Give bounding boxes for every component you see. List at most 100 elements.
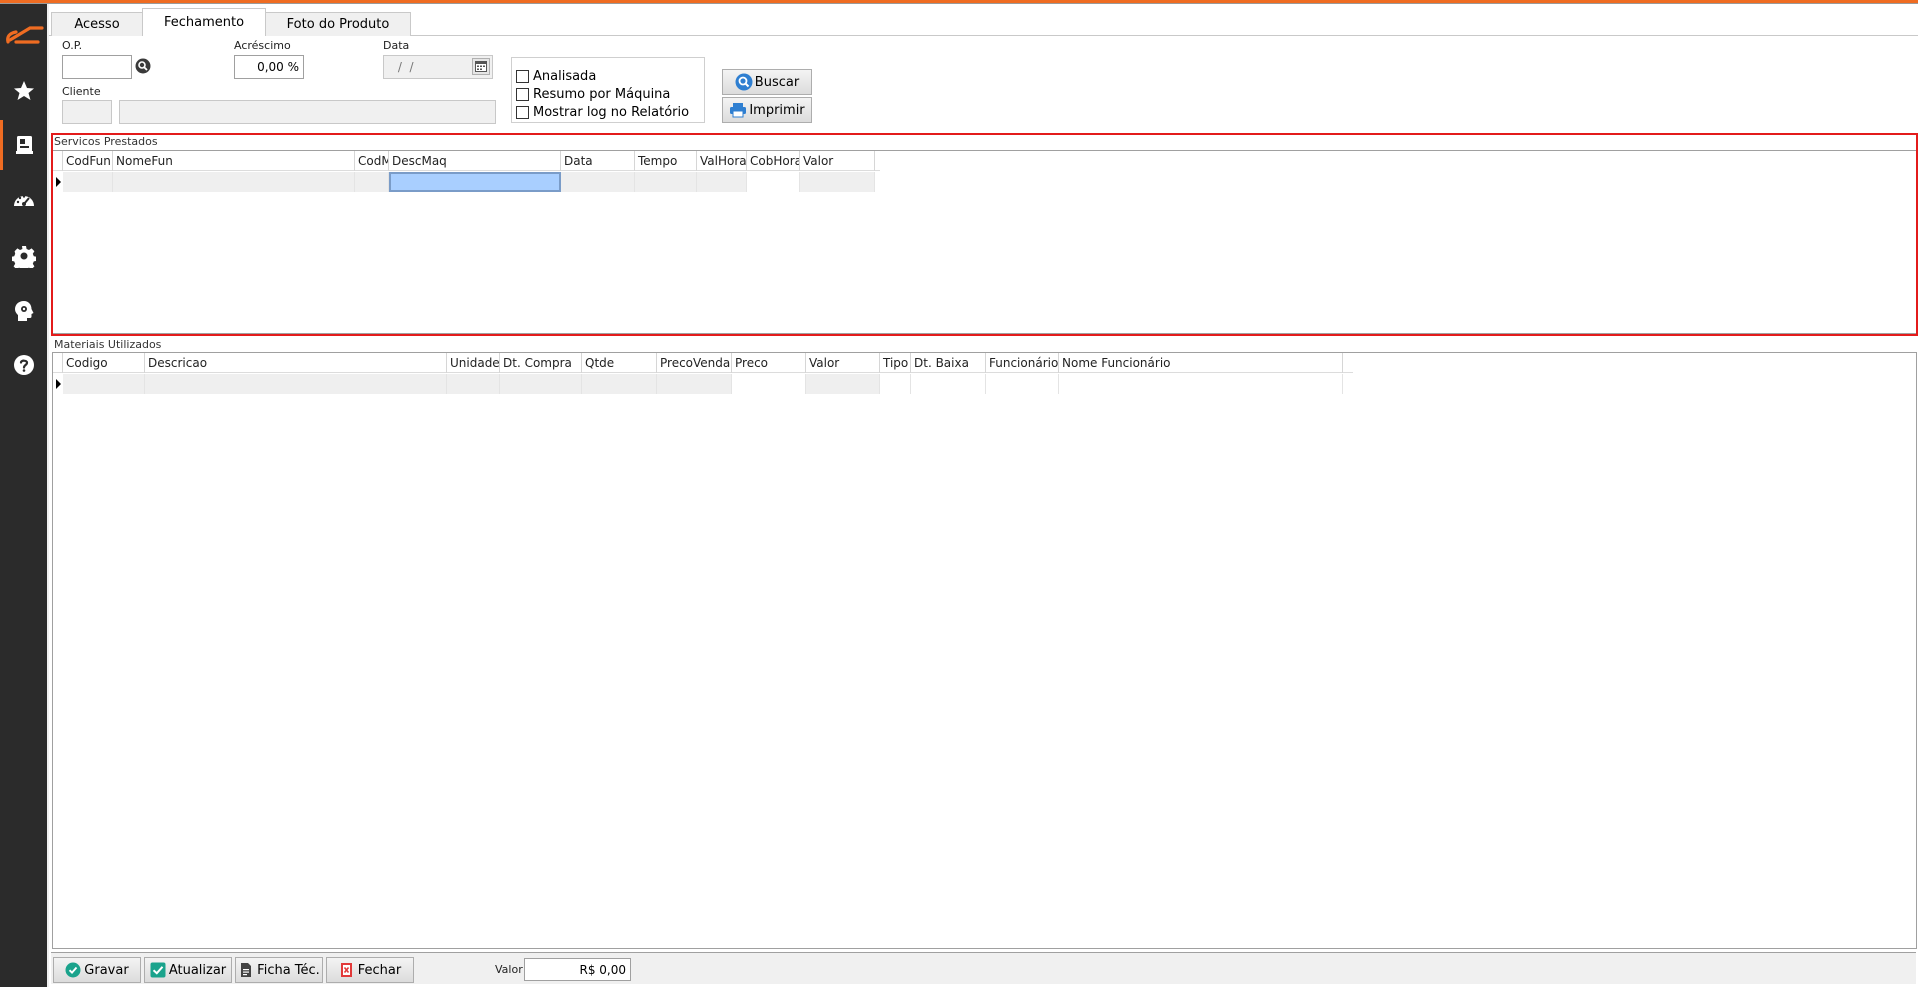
cell-valhora[interactable] <box>697 172 747 192</box>
col-descmaq[interactable]: DescMaq <box>389 151 561 171</box>
tab-label: Fechamento <box>163 15 245 30</box>
col-dt-baixa[interactable]: Dt. Baixa <box>911 353 986 373</box>
materiais-title: Materiais Utilizados <box>54 338 162 351</box>
cell-nome-funcionario[interactable] <box>1059 374 1343 394</box>
materiais-grid[interactable]: Codigo Descricao Unidade Dt. Compra Qtde… <box>52 352 1917 949</box>
cell-preco[interactable] <box>732 374 806 394</box>
search-icon <box>735 73 753 91</box>
analisada-checkbox[interactable]: Analisada <box>516 68 596 84</box>
row-pointer-icon <box>53 374 63 394</box>
cell-funcionario[interactable] <box>986 374 1059 394</box>
row-pointer-icon <box>53 172 63 192</box>
imprimir-button[interactable]: Imprimir <box>722 97 812 123</box>
sidebar-item-settings[interactable] <box>0 231 47 281</box>
cell-descmaq-selected[interactable] <box>389 172 561 192</box>
tab-strip: Acesso Fechamento Foto do Produto <box>49 8 1918 36</box>
checkbox-label: Analisada <box>533 68 597 84</box>
servicos-title: Servicos Prestados <box>54 135 158 148</box>
col-codfun[interactable]: CodFun <box>63 151 113 171</box>
cell-precovenda[interactable] <box>657 374 732 394</box>
col-data[interactable]: Data <box>561 151 635 171</box>
col-qtde[interactable]: Qtde <box>582 353 657 373</box>
col-nomefun[interactable]: NomeFun <box>113 151 355 171</box>
cell-unidade[interactable] <box>447 374 500 394</box>
cell-cobhora[interactable] <box>747 172 800 192</box>
cell-codfun[interactable] <box>63 172 113 192</box>
checkbox-label: Mostrar log no Relatório <box>533 104 690 120</box>
col-codm[interactable]: CodM <box>355 151 389 171</box>
cell-descricao[interactable] <box>145 374 447 394</box>
col-funcionario[interactable]: Funcionário <box>986 353 1059 373</box>
cell-dt-baixa[interactable] <box>911 374 986 394</box>
col-cobhora[interactable]: CobHora <box>747 151 800 171</box>
col-valhora[interactable]: ValHora <box>697 151 747 171</box>
col-precovenda[interactable]: PrecoVenda <box>657 353 732 373</box>
op-input[interactable] <box>62 55 132 79</box>
col-unidade[interactable]: Unidade <box>447 353 500 373</box>
col-tempo[interactable]: Tempo <box>635 151 697 171</box>
gravar-button[interactable]: Gravar <box>53 957 141 983</box>
mostrar-log-checkbox[interactable]: Mostrar log no Relatório <box>516 104 689 120</box>
data-input[interactable]: / / <box>383 55 493 79</box>
row-indicator-header <box>53 353 63 373</box>
document-icon <box>16 136 33 154</box>
checkbox-checked-icon <box>150 962 166 978</box>
cell-codigo[interactable] <box>63 374 145 394</box>
col-nome-funcionario[interactable]: Nome Funcionário <box>1059 353 1343 373</box>
checkbox-box[interactable] <box>516 105 529 119</box>
cell-valor[interactable] <box>800 172 875 192</box>
cell-nomefun[interactable] <box>113 172 355 192</box>
col-codigo[interactable]: Codigo <box>63 353 145 373</box>
acrescimo-input[interactable]: 0,00 % <box>234 55 304 79</box>
gravar-label: Gravar <box>84 962 129 978</box>
table-row[interactable] <box>53 374 1353 394</box>
cell-data[interactable] <box>561 172 635 192</box>
gauge-icon <box>13 195 34 206</box>
row-indicator-header <box>53 151 63 171</box>
tab-label: Acesso <box>74 17 120 32</box>
cliente-code-input[interactable] <box>62 100 112 124</box>
col-valor[interactable]: Valor <box>800 151 875 171</box>
sidebar-item-mind[interactable] <box>0 286 47 336</box>
footer-bar: Gravar Atualizar Ficha Téc. Fechar Valor… <box>51 952 1916 984</box>
col-tipo[interactable]: Tipo <box>880 353 911 373</box>
data-value: / / <box>394 60 418 74</box>
ficha-label: Ficha Téc. <box>257 962 320 978</box>
sidebar-item-dashboard[interactable] <box>0 176 47 226</box>
head-gear-icon <box>14 301 33 321</box>
sidebar-item-documents[interactable] <box>0 120 47 170</box>
checkbox-box[interactable] <box>516 87 529 101</box>
sidebar-item-favorites[interactable] <box>0 66 47 116</box>
cell-codm[interactable] <box>355 172 389 192</box>
col-dt-compra[interactable]: Dt. Compra <box>500 353 582 373</box>
fechar-button[interactable]: Fechar <box>326 957 414 983</box>
cell-valor[interactable] <box>806 374 880 394</box>
gear-icon <box>11 246 36 268</box>
servicos-grid[interactable]: CodFun NomeFun CodM DescMaq Data Tempo V… <box>52 150 1917 334</box>
resumo-maquina-checkbox[interactable]: Resumo por Máquina <box>516 86 670 102</box>
table-row[interactable] <box>53 172 880 192</box>
tab-foto-do-produto[interactable]: Foto do Produto <box>265 12 411 36</box>
col-valor[interactable]: Valor <box>806 353 880 373</box>
cliente-name-input[interactable] <box>119 100 496 124</box>
checkbox-box[interactable] <box>516 69 529 83</box>
cell-dt-compra[interactable] <box>500 374 582 394</box>
atualizar-button[interactable]: Atualizar <box>144 957 232 983</box>
cell-tempo[interactable] <box>635 172 697 192</box>
imprimir-label: Imprimir <box>749 102 805 118</box>
tab-fechamento[interactable]: Fechamento <box>142 8 266 36</box>
calendar-button[interactable] <box>472 58 490 75</box>
search-op-icon[interactable] <box>135 58 151 74</box>
sidebar-item-help[interactable] <box>0 340 47 390</box>
acrescimo-label: Acréscimo <box>234 39 291 52</box>
main-panel: Acesso Fechamento Foto do Produto O.P. A… <box>49 4 1918 987</box>
cliente-label: Cliente <box>62 85 101 98</box>
col-descricao[interactable]: Descricao <box>145 353 447 373</box>
ficha-tecnica-button[interactable]: Ficha Téc. <box>235 957 323 983</box>
cell-tipo[interactable] <box>880 374 911 394</box>
cell-qtde[interactable] <box>582 374 657 394</box>
col-preco[interactable]: Preco <box>732 353 806 373</box>
buscar-label: Buscar <box>754 74 800 90</box>
buscar-button[interactable]: Buscar <box>722 69 812 95</box>
tab-acesso[interactable]: Acesso <box>51 12 143 36</box>
